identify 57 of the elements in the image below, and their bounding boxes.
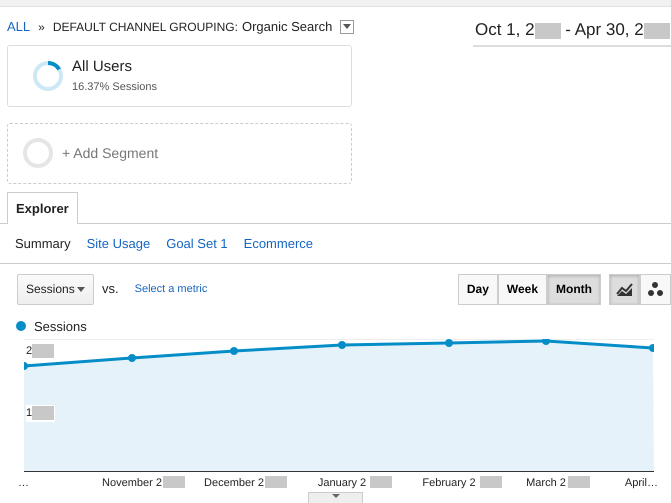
redacted-block: [480, 476, 502, 488]
breadcrumb-separator: »: [38, 18, 45, 36]
ring-icon: [22, 137, 54, 169]
chart-type-button[interactable]: [609, 274, 640, 304]
bubbles-icon: [646, 280, 665, 298]
subtab-link[interactable]: Ecommerce: [244, 234, 314, 254]
select-metric-link[interactable]: Select a metric: [134, 280, 208, 298]
caret-icon: [343, 24, 352, 30]
data-point[interactable]: [128, 354, 136, 362]
subtab-link[interactable]: Summary: [15, 234, 71, 254]
redacted-block: [265, 476, 287, 488]
period-button[interactable]: Week: [498, 274, 548, 304]
redacted-block: [32, 406, 54, 420]
date-end: - Apr 30, 2: [565, 20, 644, 39]
redacted-block: [370, 476, 392, 488]
redacted-block: [568, 476, 590, 488]
x-axis-label: April…: [624, 476, 658, 491]
breadcrumb-value: Organic Search: [242, 18, 332, 36]
vs-label: vs.: [102, 280, 119, 298]
x-axis-label: January 2: [318, 476, 366, 491]
x-axis-label: November 2: [102, 476, 162, 491]
add-segment-button[interactable]: + Add Segment: [7, 122, 352, 184]
date-range-picker[interactable]: Oct 1, 2 - Apr 30, 2: [473, 17, 671, 46]
redacted-block: [534, 22, 561, 39]
breadcrumb-link[interactable]: ALL: [7, 17, 30, 36]
subtab-link[interactable]: Site Usage: [86, 234, 150, 254]
segment-card[interactable]: All Users 16.37% Sessions: [7, 44, 352, 106]
data-point[interactable]: [542, 339, 550, 345]
data-point[interactable]: [338, 341, 346, 349]
caret-icon: [330, 493, 340, 499]
period-button[interactable]: Day: [458, 274, 498, 304]
breadcrumb-label: DEFAULT CHANNEL GROUPING:: [52, 18, 238, 36]
date-start: Oct 1, 2: [475, 20, 535, 39]
y-axis-label: 2: [26, 343, 56, 360]
segment-name: All Users: [72, 57, 134, 77]
chart-type-button[interactable]: [640, 274, 671, 304]
expand-toggle[interactable]: [308, 492, 363, 503]
subtab-link[interactable]: Goal Set 1: [166, 234, 228, 254]
data-point[interactable]: [445, 339, 453, 347]
x-axis-label: March 2: [526, 476, 566, 491]
redacted-block: [644, 22, 670, 39]
data-point[interactable]: [24, 362, 28, 370]
redacted-block: [32, 344, 54, 358]
period-button[interactable]: Month: [547, 274, 601, 304]
x-axis-label: February 2: [422, 476, 476, 491]
x-axis-label: December 2: [204, 476, 264, 491]
caret-icon: [77, 286, 85, 292]
legend-label: Sessions: [34, 318, 87, 336]
redacted-block: [163, 476, 185, 488]
data-point[interactable]: [649, 344, 654, 352]
x-axis-label: …: [18, 476, 29, 491]
dropdown-button[interactable]: [340, 20, 354, 34]
segment-share: 16.37% Sessions: [72, 80, 157, 94]
tab[interactable]: Explorer: [7, 192, 78, 224]
metric-dropdown[interactable]: Sessions: [17, 274, 94, 304]
data-point[interactable]: [230, 347, 238, 355]
y-axis-label: 1: [26, 405, 56, 422]
